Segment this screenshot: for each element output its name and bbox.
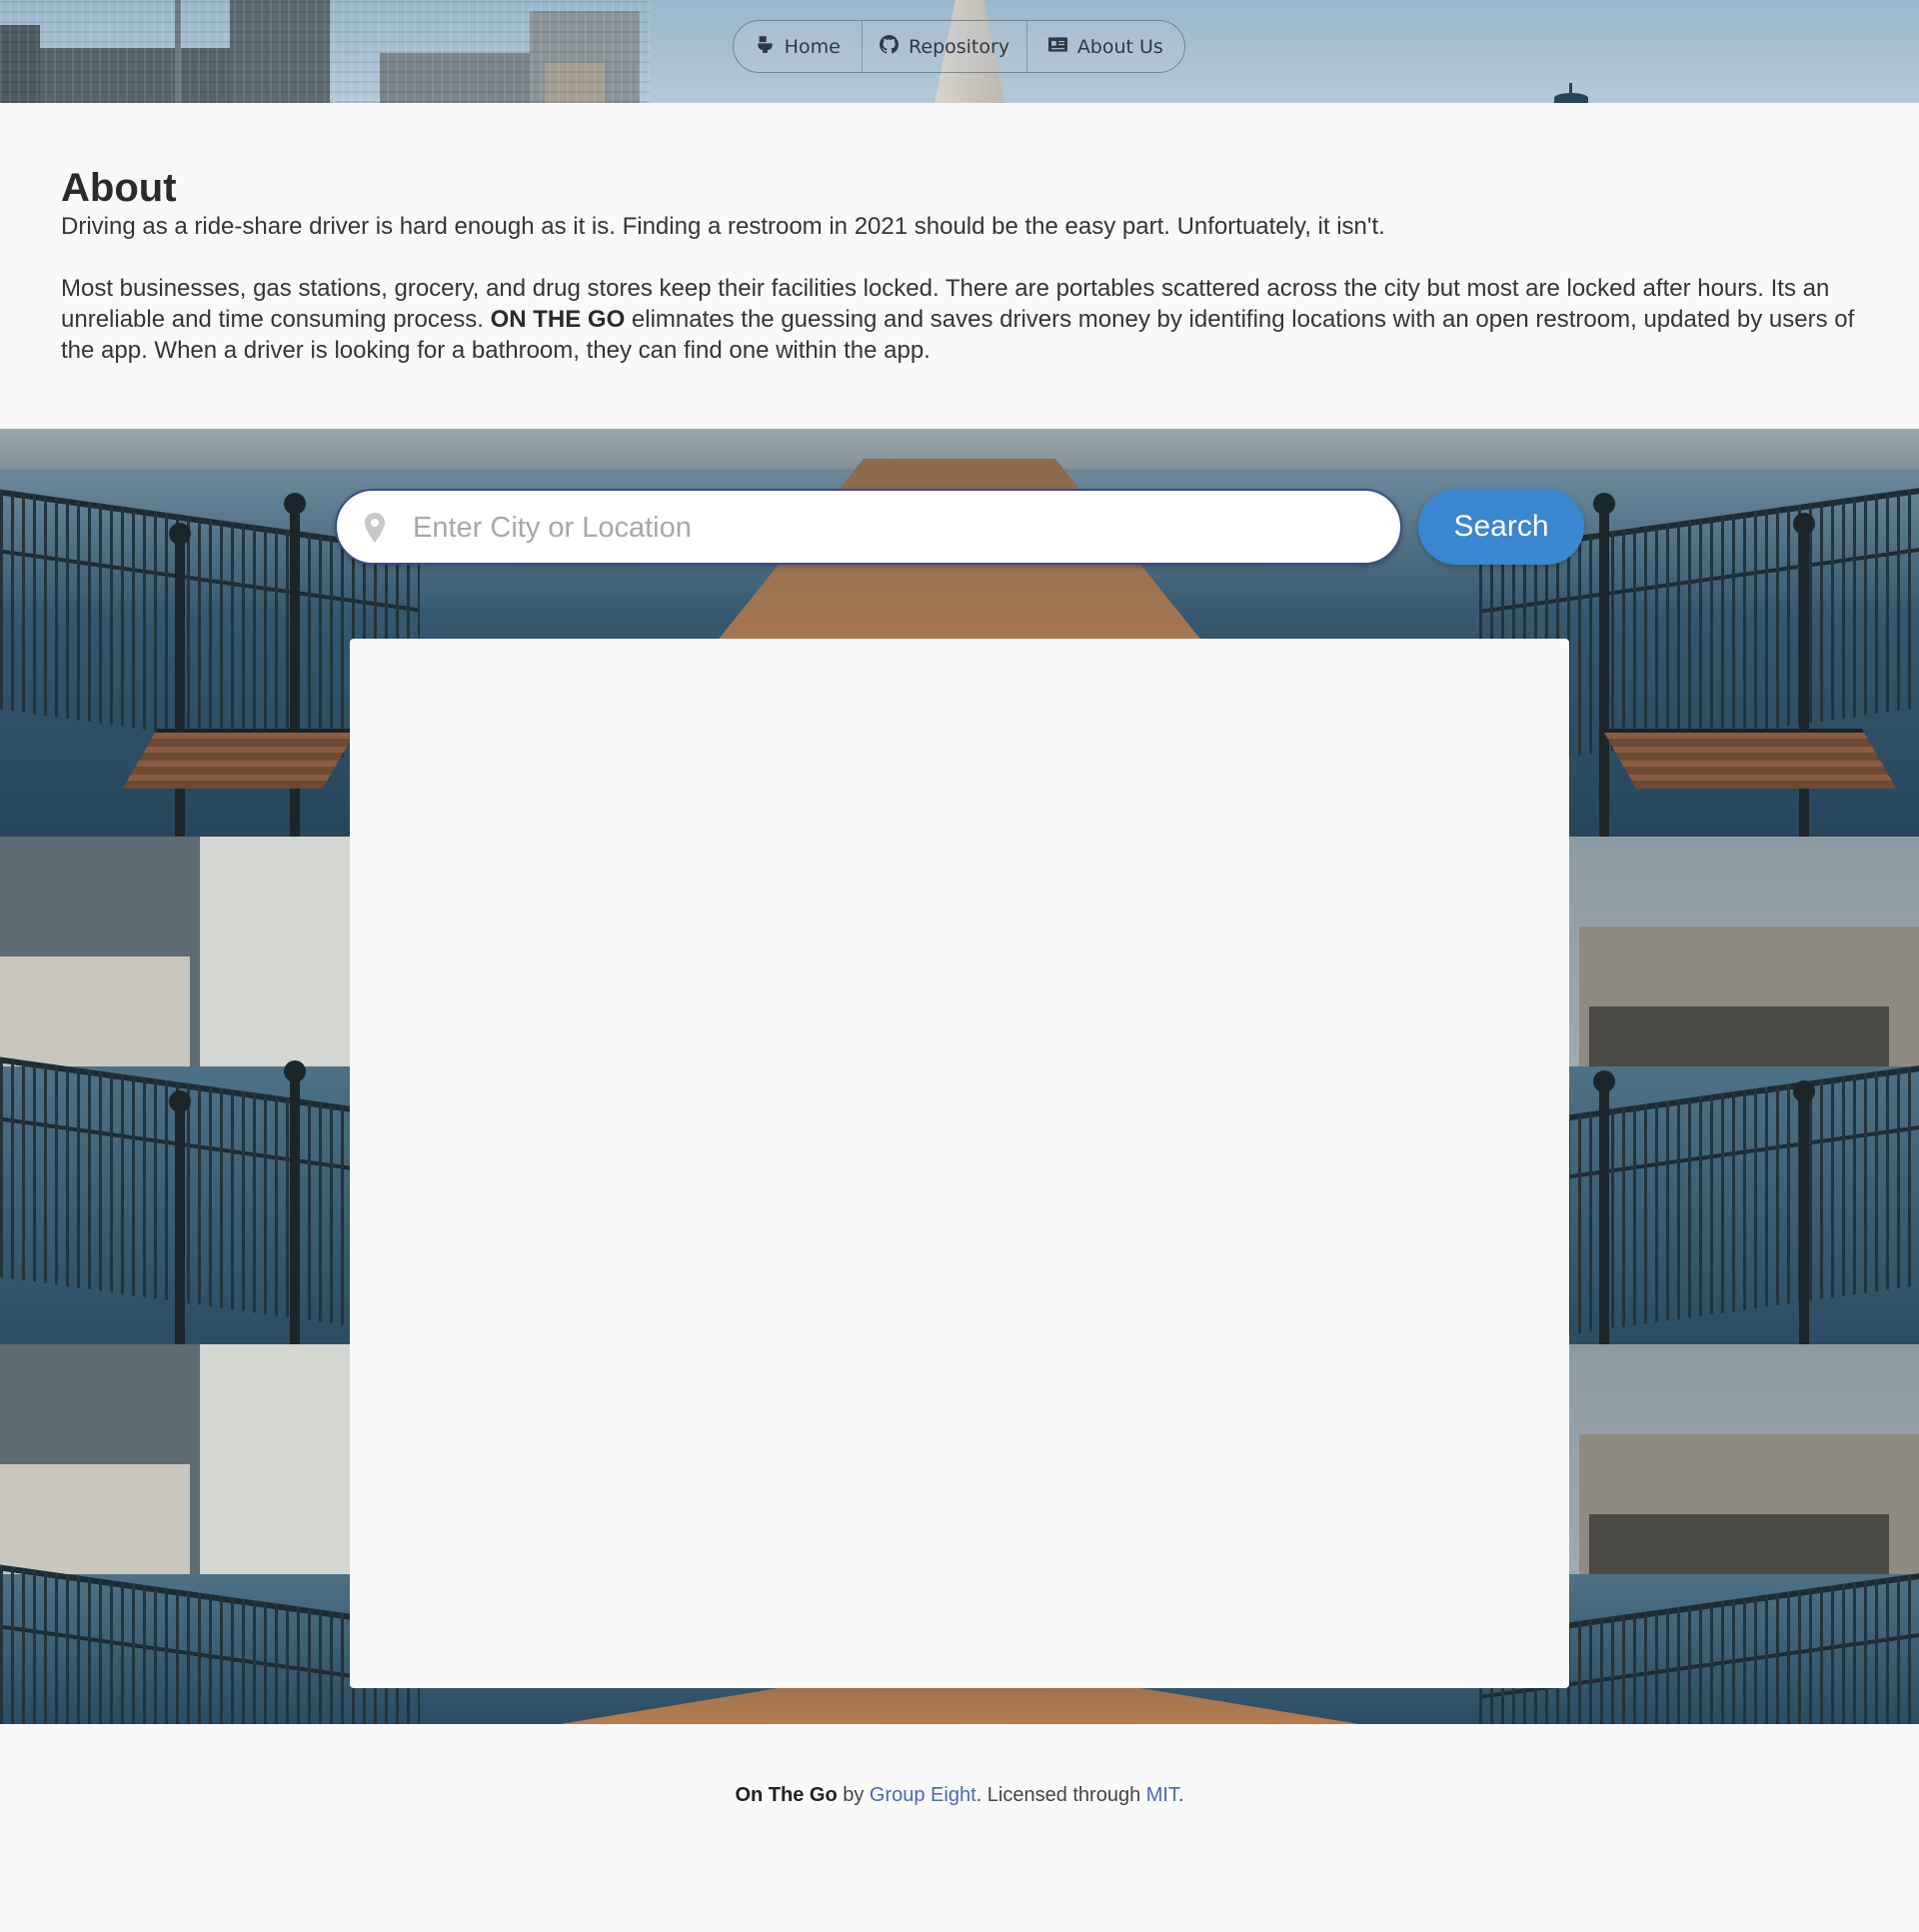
footer-by-text: by: [837, 1784, 870, 1806]
location-search-input[interactable]: [413, 503, 1372, 553]
about-paragraph-1: Driving as a ride-share driver is hard e…: [61, 213, 1385, 240]
footer-app-name: On The Go: [735, 1784, 838, 1806]
mit-license-link[interactable]: MIT: [1146, 1784, 1178, 1806]
search-bar: Search: [335, 489, 1584, 565]
header-banner: Home Repository About Us: [0, 0, 1919, 103]
main-nav: Home Repository About Us: [733, 20, 1185, 73]
nav-repository-label: Repository: [909, 35, 1010, 58]
toilet-icon: [756, 35, 775, 59]
group-eight-link[interactable]: Group Eight: [870, 1784, 976, 1806]
nav-repository-link[interactable]: Repository: [863, 21, 1027, 72]
footer: On The Go by Group Eight. Licensed throu…: [0, 1784, 1919, 1807]
brand-name: ON THE GO: [490, 306, 626, 333]
results-panel: [350, 639, 1569, 1688]
nav-home-label: Home: [784, 35, 841, 58]
nav-about-label: About Us: [1076, 35, 1163, 58]
map-pin-icon: [365, 513, 385, 543]
search-box: [335, 489, 1402, 565]
about-paragraph-2: Most businesses, gas stations, grocery, …: [61, 273, 1870, 366]
nav-home-link[interactable]: Home: [734, 21, 864, 72]
about-heading: About: [61, 166, 177, 210]
footer-license-text: . Licensed through: [975, 1784, 1146, 1806]
id-card-icon: [1047, 35, 1067, 59]
nav-about-link[interactable]: About Us: [1027, 21, 1184, 72]
about-section: About Driving as a ride-share driver is …: [61, 165, 1870, 366]
search-button[interactable]: Search: [1418, 489, 1584, 565]
github-icon: [880, 34, 900, 59]
footer-end-text: .: [1177, 1784, 1184, 1806]
